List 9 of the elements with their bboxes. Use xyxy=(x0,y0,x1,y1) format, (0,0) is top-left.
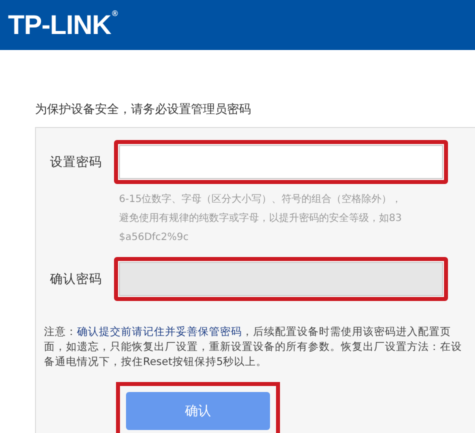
intro-text: 为保护设备安全，请务必设置管理员密码 xyxy=(35,101,252,117)
hint-text: 避免使用有规律的纯数字或字母，以提升密码的安全等级，如83 xyxy=(119,212,403,226)
field-label: 确认密码 xyxy=(49,270,103,288)
note-text: 注意：确认提交前请记住并妥善保管密码，后续配置设备时需使用该密码进入配置页面，如遗忘，只能恢复出厂设置，重新设置设备的所有参数。恢复出厂设置方法：在设备通电情况下，按住Reset按钮保持5秒以上。 xyxy=(44,325,463,370)
brand-logo: TP-LINK$^{®}$ xyxy=(8,9,118,41)
confirm-button[interactable]: 确认 xyxy=(126,392,270,430)
hint-text: $a56Dfc2%9c xyxy=(119,231,190,245)
hint-text: 6-15位数字、字母（区分大小写）、符号的组合（空格除外）， xyxy=(119,192,403,207)
field-label: 设置密码 xyxy=(49,154,103,170)
